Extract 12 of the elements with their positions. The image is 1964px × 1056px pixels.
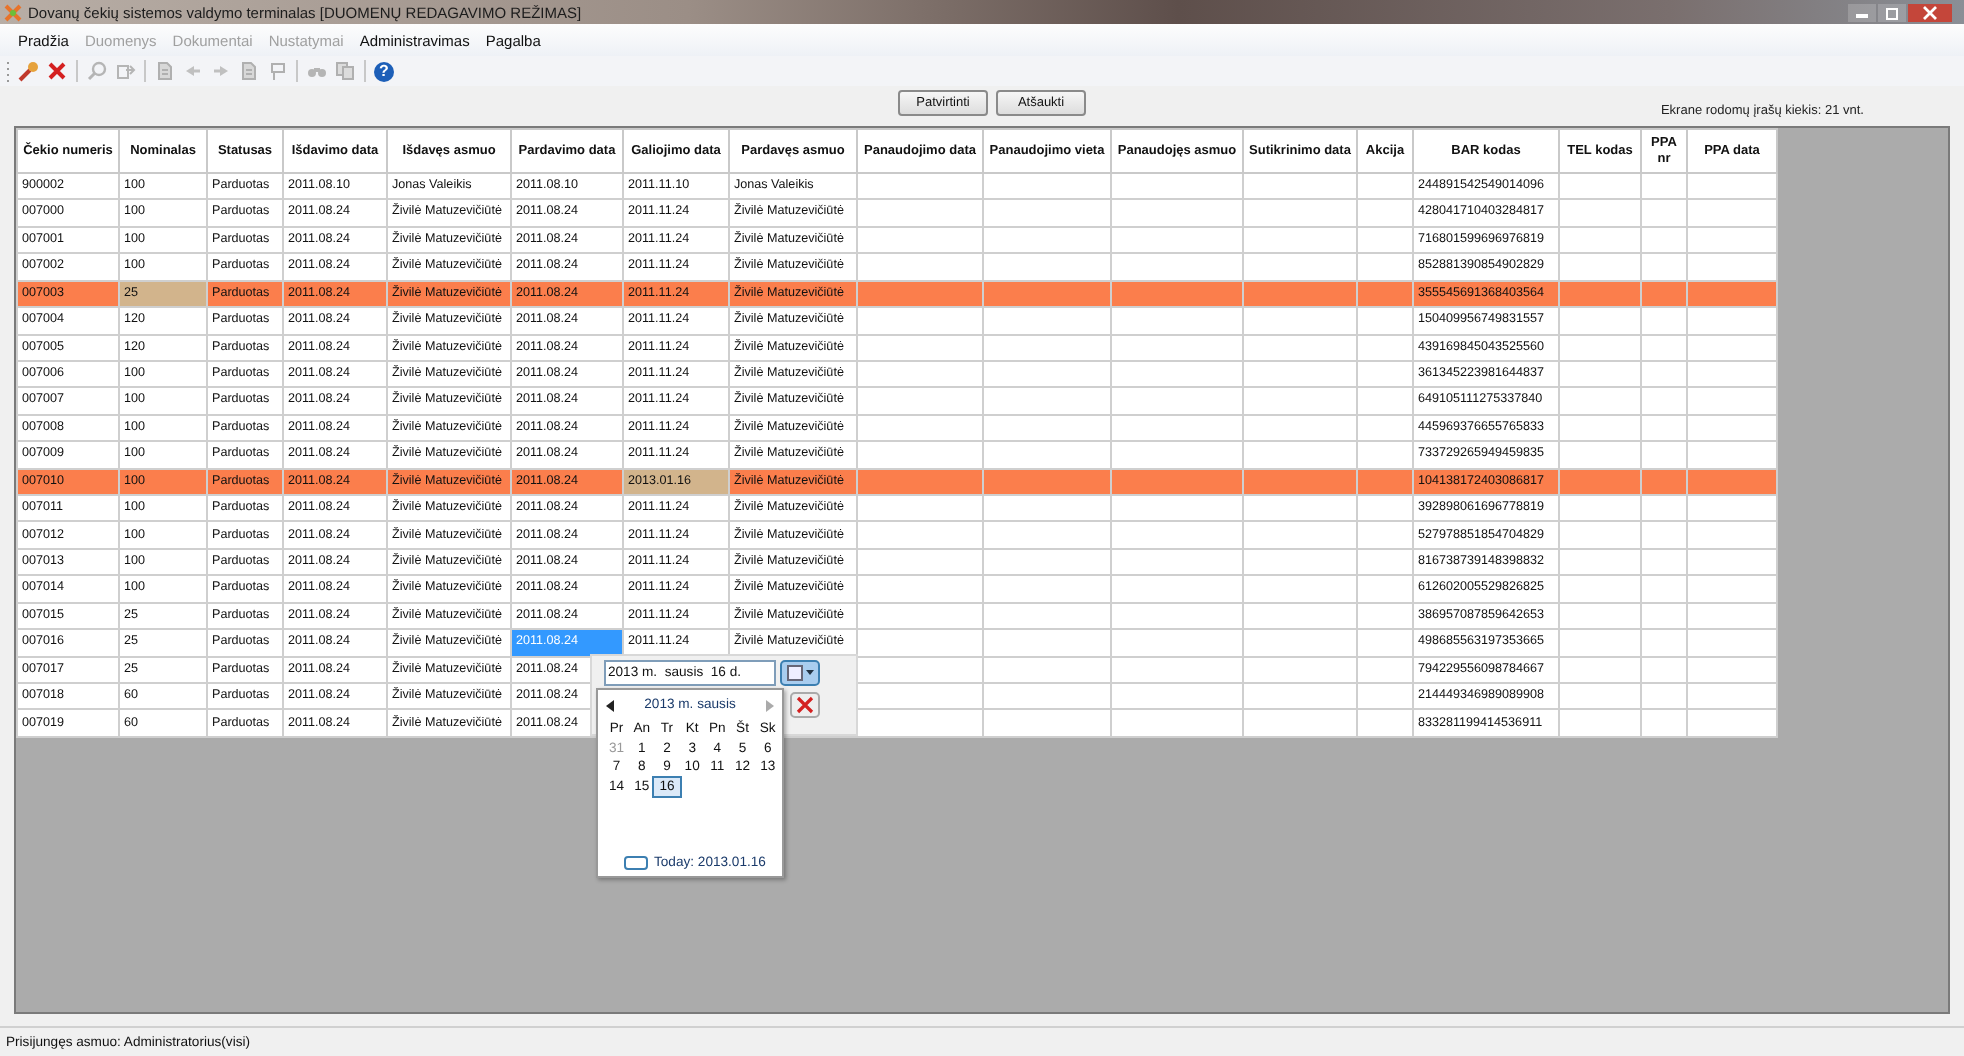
toolbar-grip	[6, 60, 12, 82]
next-month-icon[interactable]	[764, 699, 774, 711]
close-icon[interactable]	[1908, 3, 1952, 21]
minimize-icon[interactable]	[1848, 3, 1876, 21]
cancel-icon[interactable]	[790, 692, 820, 718]
help-icon[interactable]: ?	[374, 61, 394, 81]
app-icon	[4, 3, 22, 21]
today-icon	[624, 856, 648, 870]
maximize-icon[interactable]	[1878, 3, 1906, 21]
delete-icon[interactable]	[46, 60, 68, 82]
calendar-dropdown-icon[interactable]	[780, 660, 820, 686]
previous-month-icon[interactable]	[606, 699, 616, 711]
